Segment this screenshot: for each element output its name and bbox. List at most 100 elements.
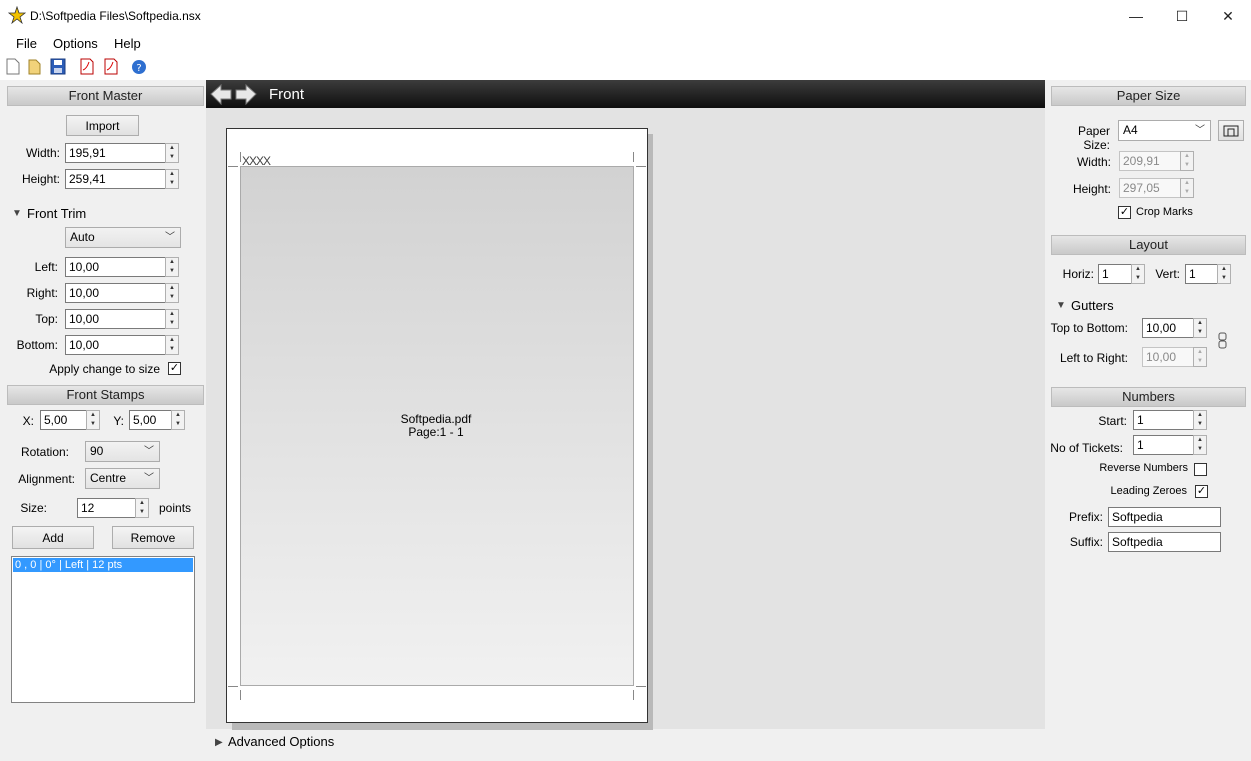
new-icon[interactable] <box>5 58 21 75</box>
landscape-icon <box>1223 125 1239 136</box>
crop-mark <box>240 152 241 162</box>
top-to-bottom-label: Top to Bottom: <box>1050 321 1128 335</box>
start-input[interactable]: 1 <box>1133 410 1194 430</box>
link-chain-icon[interactable] <box>1218 332 1227 349</box>
trim-right-input[interactable]: 10,00 <box>65 283 166 303</box>
nav-bar <box>206 80 1045 108</box>
expand-arrow-icon[interactable]: ▶ <box>215 737 223 748</box>
alignment-select[interactable]: Centre ﹀ <box>85 468 160 489</box>
list-item[interactable]: 0 , 0 | 0° | Left | 12 pts <box>13 558 193 572</box>
crop-mark <box>240 690 241 700</box>
horiz-spinner[interactable]: ▲ ▼ <box>1131 264 1145 284</box>
start-spinner[interactable]: ▲ ▼ <box>1193 410 1207 430</box>
left-to-right-input[interactable]: 10,00 <box>1142 347 1194 367</box>
leading-zeroes-checkbox[interactable]: ✓ <box>1195 485 1208 498</box>
trim-top-input[interactable]: 10,00 <box>65 309 166 329</box>
trim-right-spinner[interactable]: ▲ ▼ <box>165 283 179 303</box>
remove-stamp-button[interactable]: Remove <box>112 526 194 549</box>
master-height-spinner[interactable]: ▲ ▼ <box>165 169 179 189</box>
menu-bar <box>0 32 1251 54</box>
leading-zeroes-label: Leading Zeroes <box>1110 485 1187 497</box>
collapse-arrow-icon[interactable]: ▼ <box>1056 300 1066 311</box>
x-label: X: <box>22 414 34 428</box>
menu-file[interactable]: File <box>16 36 37 51</box>
open-icon[interactable] <box>27 58 43 75</box>
maximize-button[interactable]: ☐ <box>1159 0 1205 32</box>
stamp-y-spinner[interactable]: ▲ ▼ <box>171 410 185 430</box>
height-label: Height: <box>21 172 60 186</box>
suffix-input[interactable]: Softpedia <box>1108 532 1221 552</box>
app-star-icon <box>8 6 26 24</box>
master-height-input[interactable]: 259,41 <box>65 169 166 189</box>
prefix-label: Prefix: <box>1068 510 1103 524</box>
trim-mode-select[interactable]: Auto ﹀ <box>65 227 181 248</box>
horiz-label: Horiz: <box>1062 267 1094 281</box>
suffix-label: Suffix: <box>1069 535 1103 549</box>
chevron-down-icon: ﹀ <box>1195 125 1205 136</box>
rotation-select[interactable]: 90 ﹀ <box>85 441 160 462</box>
left-to-right-spinner[interactable]: ▲ ▼ <box>1193 347 1207 367</box>
top-to-bottom-input[interactable]: 10,00 <box>1142 318 1194 338</box>
pdf-export-icon[interactable] <box>103 58 119 75</box>
prefix-input[interactable]: Softpedia <box>1108 507 1221 527</box>
orientation-button[interactable] <box>1218 120 1244 141</box>
advanced-options-label[interactable]: Advanced Options <box>228 734 334 749</box>
trim-top-spinner[interactable]: ▲ ▼ <box>165 309 179 329</box>
save-icon[interactable] <box>50 58 66 75</box>
front-trim-label[interactable]: Front Trim <box>27 206 86 221</box>
vert-input[interactable]: 1 <box>1185 264 1218 284</box>
width-label: Width: <box>25 146 60 160</box>
add-stamp-button[interactable]: Add <box>12 526 94 549</box>
close-button[interactable]: ✕ <box>1205 0 1251 32</box>
trim-left-input[interactable]: 10,00 <box>65 257 166 277</box>
trim-left-spinner[interactable]: ▲ ▼ <box>165 257 179 277</box>
apply-change-label: Apply change to size <box>49 362 160 376</box>
horiz-input[interactable]: 1 <box>1098 264 1132 284</box>
forward-arrow-icon[interactable] <box>235 84 257 105</box>
stamp-size-spinner[interactable]: ▲ ▼ <box>135 498 149 518</box>
trim-bottom-spinner[interactable]: ▲ ▼ <box>165 335 179 355</box>
paper-width-spinner[interactable]: ▲ ▼ <box>1180 151 1194 171</box>
paper-size-header: Paper Size <box>1051 86 1246 106</box>
crop-marks-checkbox[interactable]: ✓ <box>1118 206 1131 219</box>
vert-spinner[interactable]: ▲ ▼ <box>1217 264 1231 284</box>
tickets-input[interactable]: 1 <box>1133 435 1194 455</box>
minimize-button[interactable]: — <box>1113 0 1159 32</box>
pdf-icon[interactable] <box>79 58 95 75</box>
crop-mark <box>636 166 646 167</box>
stamp-size-input[interactable]: 12 <box>77 498 136 518</box>
master-width-input[interactable]: 195,91 <box>65 143 166 163</box>
reverse-numbers-checkbox[interactable] <box>1194 463 1207 476</box>
import-button[interactable]: Import <box>66 115 139 136</box>
alignment-label: Alignment: <box>18 472 75 486</box>
paper-height-input[interactable]: 297,05 <box>1119 178 1181 198</box>
paper-height-spinner[interactable]: ▲ ▼ <box>1180 178 1194 198</box>
chevron-down-icon: ﹀ <box>144 446 154 457</box>
stamp-x-input[interactable]: 5,00 <box>40 410 87 430</box>
help-icon[interactable]: ? <box>131 58 147 75</box>
stamp-list[interactable]: 0 , 0 | 0° | Left | 12 pts <box>11 556 195 703</box>
size-unit-label: points <box>159 501 192 515</box>
paper-height-label: Height: <box>1072 182 1111 196</box>
back-arrow-icon[interactable] <box>210 84 232 105</box>
menu-options[interactable]: Options <box>53 36 98 51</box>
start-label: Start: <box>1098 414 1127 428</box>
trim-bottom-input[interactable]: 10,00 <box>65 335 166 355</box>
collapse-arrow-icon[interactable]: ▼ <box>12 208 22 219</box>
paper-size-select[interactable]: A4 ﹀ <box>1118 120 1211 141</box>
crop-mark <box>633 152 634 162</box>
size-label: Size: <box>20 501 47 515</box>
left-to-right-label: Left to Right: <box>1059 351 1128 365</box>
paper-width-input[interactable]: 209,91 <box>1119 151 1181 171</box>
stamp-x-spinner[interactable]: ▲ ▼ <box>86 410 100 430</box>
master-width-spinner[interactable]: ▲ ▼ <box>165 143 179 163</box>
pdf-file-name: Softpedia.pdf <box>400 412 472 426</box>
menu-help[interactable]: Help <box>114 36 141 51</box>
top-to-bottom-spinner[interactable]: ▲ ▼ <box>1193 318 1207 338</box>
tickets-spinner[interactable]: ▲ ▼ <box>1193 435 1207 455</box>
stamp-y-input[interactable]: 5,00 <box>129 410 172 430</box>
crop-mark <box>228 166 238 167</box>
crop-mark <box>228 686 238 687</box>
gutters-label[interactable]: Gutters <box>1071 298 1114 313</box>
apply-change-checkbox[interactable]: ✓ <box>168 362 181 375</box>
